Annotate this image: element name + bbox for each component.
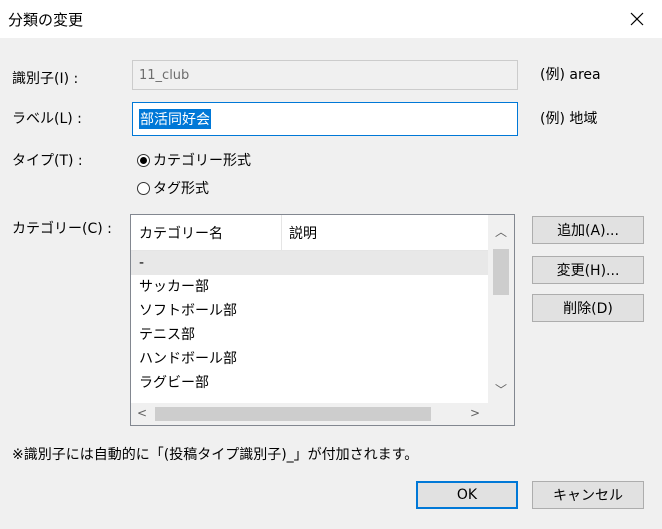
scroll-corner bbox=[488, 403, 514, 425]
horizontal-scroll-thumb[interactable] bbox=[155, 407, 431, 421]
categories-label: カテゴリー(C) : bbox=[12, 221, 112, 237]
ok-button[interactable]: OK bbox=[416, 481, 518, 509]
cancel-button[interactable]: キャンセル bbox=[532, 481, 644, 509]
category-list[interactable]: カテゴリー名 説明 - サッカー部 ソフトボール部 テニス部 ハンドボール部 ラ… bbox=[130, 214, 515, 426]
list-item[interactable]: ハンドボール部 bbox=[131, 347, 488, 371]
radio-tag-format[interactable]: タグ形式 bbox=[137, 178, 209, 198]
radio-category-label: カテゴリー形式 bbox=[153, 153, 251, 169]
radio-selected-icon bbox=[137, 153, 150, 167]
label-field-label: ラベル(L) : bbox=[12, 111, 82, 127]
list-item[interactable]: サッカー部 bbox=[131, 275, 488, 299]
type-label: タイプ(T) : bbox=[12, 153, 83, 169]
list-item[interactable]: - bbox=[131, 251, 488, 275]
title-bar: 分類の変更 bbox=[0, 0, 662, 38]
list-item[interactable]: ソフトボール部 bbox=[131, 299, 488, 323]
vertical-scroll-thumb[interactable] bbox=[493, 249, 509, 295]
chevron-right-icon[interactable]: > bbox=[464, 406, 486, 420]
label-input[interactable]: 部活同好会 bbox=[132, 102, 518, 136]
label-example: (例) 地域 bbox=[540, 111, 598, 127]
close-icon bbox=[630, 12, 644, 26]
identifier-note: ※識別子には自動的に「(投稿タイプ識別子)_」が付加されます。 bbox=[12, 447, 419, 463]
column-header-name[interactable]: カテゴリー名 bbox=[139, 223, 223, 243]
close-button[interactable] bbox=[622, 4, 652, 34]
list-item[interactable]: ラグビー部 bbox=[131, 371, 488, 395]
delete-button[interactable]: 削除(D) bbox=[532, 294, 644, 322]
window-title: 分類の変更 bbox=[8, 11, 84, 29]
column-header-description[interactable]: 説明 bbox=[289, 223, 317, 243]
chevron-up-icon[interactable]: ︿ bbox=[488, 223, 514, 240]
identifier-input: 11_club bbox=[132, 60, 518, 90]
chevron-down-icon[interactable]: ﹀ bbox=[488, 381, 514, 398]
chevron-left-icon[interactable]: < bbox=[131, 406, 153, 420]
column-divider[interactable] bbox=[281, 215, 282, 250]
horizontal-scrollbar[interactable]: < > bbox=[131, 403, 488, 425]
add-button[interactable]: 追加(A)... bbox=[532, 216, 644, 244]
identifier-label: 識別子(I) : bbox=[12, 71, 79, 87]
identifier-example: (例) area bbox=[540, 67, 601, 83]
list-item[interactable]: テニス部 bbox=[131, 323, 488, 347]
label-value: 部活同好会 bbox=[139, 109, 211, 129]
list-header: カテゴリー名 説明 bbox=[131, 215, 488, 251]
vertical-scrollbar[interactable]: ︿ ﹀ bbox=[488, 215, 514, 403]
change-button[interactable]: 変更(H)... bbox=[532, 256, 644, 284]
radio-tag-label: タグ形式 bbox=[153, 181, 209, 197]
radio-unselected-icon bbox=[137, 181, 150, 195]
radio-category-format[interactable]: カテゴリー形式 bbox=[137, 150, 251, 170]
list-rows: - サッカー部 ソフトボール部 テニス部 ハンドボール部 ラグビー部 bbox=[131, 251, 488, 395]
identifier-value: 11_club bbox=[139, 67, 190, 83]
